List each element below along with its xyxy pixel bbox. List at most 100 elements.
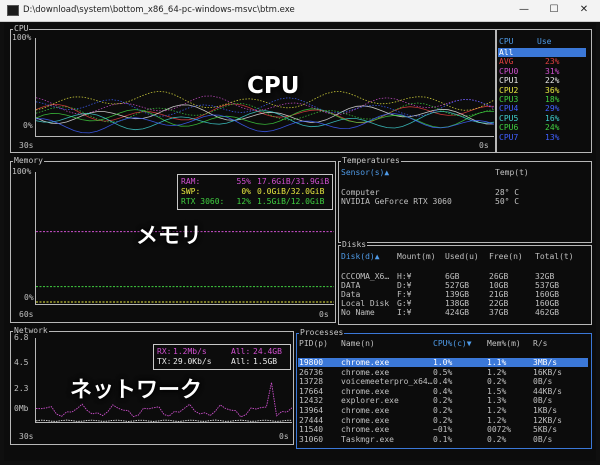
process-cell: 1.3% — [487, 396, 507, 406]
memory-legend-pct: 55% — [236, 177, 251, 186]
terminal-area: CPU 100% 0% 30s 0s CPU Use All AVG 23% CPU0… — [4, 23, 596, 461]
disks-cell: I:¥ — [397, 308, 412, 317]
process-row[interactable]: 27444 chrome.exe 0.2% 1.2% 12KB/s — [297, 416, 589, 425]
cpu-legend-name[interactable]: All — [499, 48, 513, 57]
cpu-legend-name[interactable]: CPU0 — [499, 67, 518, 76]
disks-col-header[interactable]: Total(t) — [535, 252, 574, 261]
network-legend-all: 1.5GB — [253, 357, 278, 366]
process-cell: chrome.exe — [341, 425, 390, 435]
process-cell: 12432 — [299, 396, 324, 406]
disks-cell: Data — [341, 290, 361, 299]
temps-col-temp[interactable]: Temp(t) — [495, 168, 529, 177]
temp-sensor-name: NVIDIA GeForce RTX 3060 — [341, 197, 452, 206]
cpu-legend-name[interactable]: CPU6 — [499, 123, 518, 132]
process-col-header[interactable]: CPU%(c)▼ — [433, 339, 472, 348]
memory-y-bottom: 0% — [24, 293, 34, 302]
temperatures-panel[interactable]: Temperatures Sensor(s)▲ Temp(t) Computer… — [338, 156, 592, 243]
memory-legend-label: RAM: — [181, 177, 201, 186]
network-legend-rate: 1.2Mb/s — [173, 347, 207, 356]
process-cell: 3MB/s — [533, 358, 558, 367]
process-col-header[interactable]: PID(p) — [299, 339, 328, 348]
cpu-legend-use: 23% — [545, 57, 560, 67]
network-legend-row: RX: 1.2Mb/s All: 24.4GB — [157, 347, 287, 357]
memory-legend-label: SWP: — [181, 187, 201, 196]
process-cell: chrome.exe — [341, 415, 390, 425]
cpu-series-avg — [35, 103, 494, 124]
process-cell: 0.2% — [487, 377, 507, 387]
process-col-header[interactable]: Mem%(m) — [487, 339, 521, 348]
network-legend-label: TX: — [157, 357, 172, 366]
process-cell: 11540 — [299, 425, 324, 435]
cpu-legend-name[interactable]: CPU2 — [499, 86, 518, 95]
disks-col-header[interactable]: Mount(m) — [397, 252, 436, 261]
cpu-legend-name[interactable]: AVG — [499, 57, 513, 66]
disks-cell: 424GB — [445, 308, 470, 317]
process-row[interactable]: 17664 chrome.exe 0.4% 1.5% 44KB/s — [297, 387, 589, 396]
memory-legend-pct: 0% — [241, 187, 251, 196]
process-cell: 13964 — [299, 406, 324, 415]
processes-panel-title: Processes — [299, 328, 345, 338]
cpu-legend-use: 18% — [545, 95, 560, 104]
cpu-legend-use: 16% — [545, 113, 560, 123]
network-legend-all-label: All: — [231, 347, 251, 356]
disks-col-header[interactable]: Disk(d)▲ — [341, 252, 380, 261]
process-row[interactable]: 12432 explorer.exe 0.2% 1.3% 0B/s — [297, 396, 589, 405]
cpu-legend-name[interactable]: CPU5 — [499, 114, 518, 123]
disks-cell: 462GB — [535, 308, 560, 317]
process-cell: 0.4% — [433, 386, 453, 396]
close-button[interactable]: ✕ — [569, 0, 599, 21]
process-col-header[interactable]: Name(n) — [341, 339, 375, 348]
network-x-left: 30s — [19, 432, 34, 441]
process-cell: 0.2% — [433, 415, 453, 425]
disks-cell: 10GB — [489, 281, 509, 290]
processes-panel[interactable]: Processes PID(p) Name(n) CPU%(c)▼ Mem%(m) R/… — [296, 328, 592, 449]
disks-panel[interactable]: Disks Disk(d)▲ Mount(m) Used(u) Free(n) Tota… — [338, 240, 592, 325]
process-cell: 0.1% — [433, 434, 453, 444]
network-legend-all-label: All: — [231, 357, 251, 366]
disks-cell: 160GB — [535, 299, 560, 308]
process-cell: 1KB/s — [533, 406, 558, 415]
cpu-legend-name[interactable]: CPU7 — [499, 133, 518, 142]
process-cell: 1.2% — [487, 415, 507, 425]
disks-cell: 6GB — [445, 272, 460, 281]
minimize-button[interactable]: — — [509, 0, 539, 21]
process-cell: 16KB/s — [533, 367, 562, 377]
process-col-header[interactable]: R/s — [533, 339, 547, 348]
network-x-right: 0s — [279, 432, 289, 441]
cpu-legend-name[interactable]: CPU3 — [499, 95, 518, 104]
process-cell: chrome.exe — [341, 358, 390, 367]
process-cell: 19800 — [299, 358, 324, 367]
process-cell: 13728 — [299, 377, 324, 387]
process-row[interactable]: 26736 chrome.exe 0.5% 1.2% 16KB/s — [297, 368, 589, 377]
process-cell: 1.5% — [487, 386, 507, 396]
process-row[interactable]: 11540 chrome.exe ~01% 0072% 5KB/s — [297, 425, 589, 434]
disks-cell: 537GB — [535, 281, 560, 290]
maximize-button[interactable]: ☐ — [539, 0, 569, 21]
process-cell: 1.0% — [433, 358, 453, 367]
process-cell: 0072% — [487, 425, 512, 435]
cpu-legend-name[interactable]: CPU4 — [499, 104, 518, 113]
process-cell: chrome.exe — [341, 386, 390, 396]
cpu-legend-use: 22% — [545, 76, 560, 86]
process-row[interactable]: 19800 chrome.exe 1.0% 1.1% 3MB/s — [297, 358, 589, 367]
network-legend-all: 24.4GB — [253, 347, 282, 356]
memory-legend-amount: 17.6GiB/31.9GiB — [257, 177, 330, 186]
disks-cell: 138GB — [445, 299, 470, 308]
disks-col-header[interactable]: Free(n) — [489, 252, 523, 261]
terminal-icon — [7, 5, 19, 16]
process-row[interactable]: 31060 Taskmgr.exe 0.1% 0.2% 0B/s — [297, 435, 589, 444]
cpu-legend-use: 13% — [545, 132, 560, 142]
process-row[interactable]: 13728 voicemeeterpro_x64… 0.4% 0.2% 0B/s — [297, 377, 589, 386]
cpu-legend-name[interactable]: CPU1 — [499, 76, 518, 85]
network-legend: RX: 1.2Mb/s All: 24.4GB TX: 29.0Kb/s All: 1.5GB — [153, 344, 291, 370]
disks-cell: H:¥ — [397, 272, 412, 281]
disks-cell: D:¥ — [397, 281, 412, 290]
process-cell: 0B/s — [533, 434, 553, 444]
network-y-tick: 4.5 — [14, 358, 29, 367]
disks-col-header[interactable]: Used(u) — [445, 252, 479, 261]
disks-cell: Local Disk — [341, 299, 390, 308]
process-cell: 44KB/s — [533, 386, 562, 396]
temps-col-sensor[interactable]: Sensor(s)▲ — [341, 168, 389, 177]
cpu-y-bottom: 0% — [23, 121, 33, 130]
process-row[interactable]: 13964 chrome.exe 0.2% 1.2% 1KB/s — [297, 406, 589, 415]
